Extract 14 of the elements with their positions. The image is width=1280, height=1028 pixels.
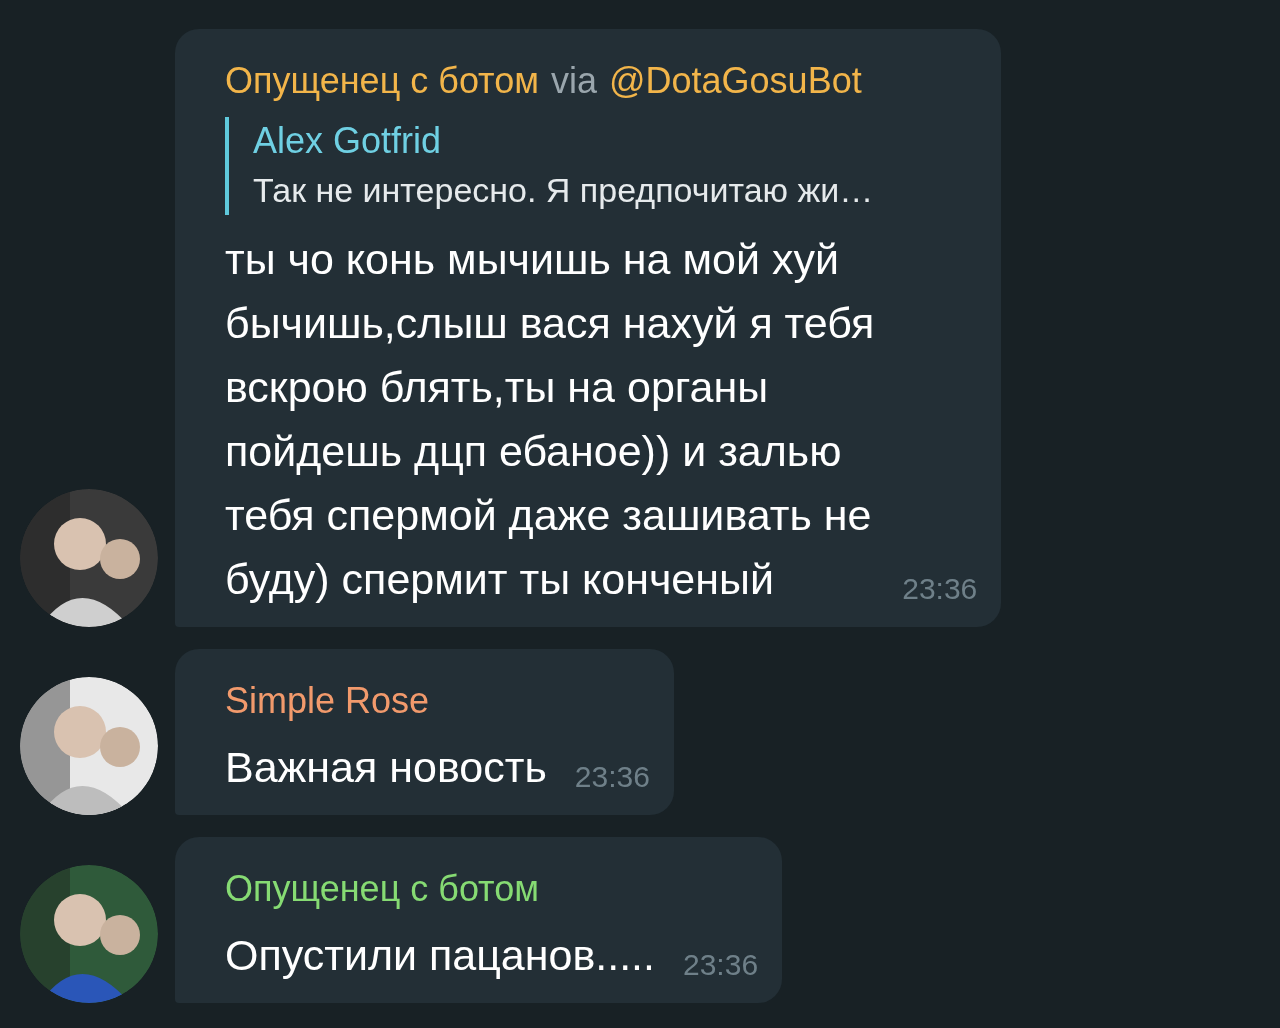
- message-time: 23:36: [574, 759, 650, 795]
- sender-name[interactable]: Опущенец с ботом: [225, 867, 539, 911]
- message-text: Опустили пацанов.....: [225, 930, 655, 981]
- message-time: 23:36: [902, 571, 978, 607]
- message-text: Важная новость: [225, 742, 547, 793]
- bot-username[interactable]: @DotaGosuBot: [609, 59, 862, 103]
- sender-name[interactable]: Опущенец с ботом: [225, 59, 539, 103]
- sender-name[interactable]: Simple Rose: [225, 679, 430, 723]
- reply-quote[interactable]: Alex Gotfrid Так не интересно. Я предпочитаю жи…: [225, 117, 978, 215]
- message-text: ты чо конь мычишь на мой хуй бычишь,слыш вася нахуй я тебя вскрою блять,ты на органы пойдешь дцп ебаное)) и залью тебя спермой даже зашивать не буду) спермит ты конченый: [225, 234, 875, 605]
- message-time: 23:36: [683, 947, 759, 983]
- reply-text: Так не интересно. Я предпочитаю жи…: [253, 170, 875, 211]
- reply-author: Alex Gotfrid: [253, 119, 443, 163]
- via-label: via: [550, 59, 597, 103]
